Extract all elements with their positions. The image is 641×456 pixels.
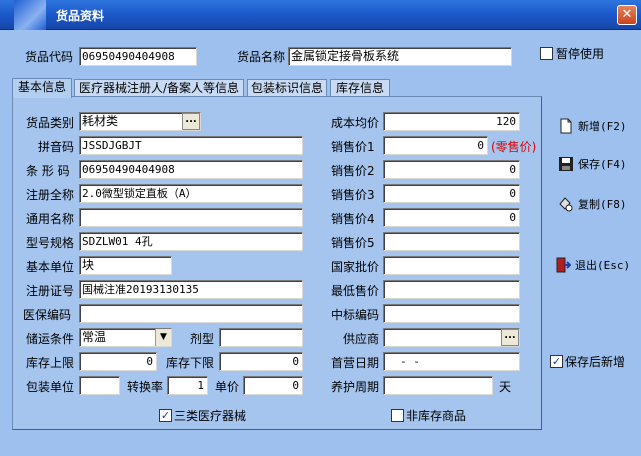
sale-price5-input[interactable] <box>383 232 520 251</box>
suspend-checkbox[interactable] <box>540 47 553 60</box>
stock-max-label: 库存上限 <box>26 356 75 370</box>
model-spec-input[interactable]: SDZLW01 4孔 <box>79 232 303 251</box>
save-button-label: 保存(F4) <box>578 158 627 171</box>
dosage-form-input[interactable] <box>219 328 303 347</box>
chevron-down-icon[interactable]: ▼ <box>155 329 171 346</box>
pack-unit-input[interactable] <box>79 376 120 395</box>
non-stock-checkbox[interactable] <box>391 409 404 422</box>
sale-price3-label: 销售价3 <box>331 188 375 202</box>
supplier-browse-button[interactable]: ... <box>501 329 519 346</box>
storage-condition-value: 常温 <box>82 330 107 344</box>
bid-code-label: 中标编码 <box>331 308 380 322</box>
cost-price-input[interactable]: 120 <box>383 112 520 131</box>
conversion-rate-label: 转换率 <box>127 380 164 394</box>
registered-name-label: 注册全称 <box>26 188 75 202</box>
lowest-price-input[interactable] <box>383 280 520 299</box>
cost-price-label: 成本均价 <box>331 116 380 130</box>
maintenance-unit-label: 天 <box>499 380 512 394</box>
national-price-label: 国家批价 <box>331 260 380 274</box>
copy-stamp-icon <box>559 197 573 212</box>
exit-button[interactable]: 退出(Esc) <box>555 254 630 276</box>
category-browse-button[interactable]: ... <box>182 113 200 130</box>
supplier-input[interactable] <box>383 328 520 347</box>
copy-button-label: 复制(F8) <box>578 198 627 211</box>
tab-inventory-info[interactable]: 库存信息 <box>330 79 390 97</box>
unit-price-input[interactable]: 0 <box>243 376 303 395</box>
storage-condition-label: 储运条件 <box>26 332 75 346</box>
title-bar: 货品资料 ✕ <box>0 0 641 30</box>
exit-button-label: 退出(Esc) <box>575 259 631 272</box>
sale-price5-label: 销售价5 <box>331 236 375 250</box>
tab-registrant-info[interactable]: 医疗器械注册人/备案人等信息 <box>74 79 244 97</box>
stock-min-input[interactable]: 0 <box>219 352 303 371</box>
stock-min-label: 库存下限 <box>166 356 215 370</box>
registered-name-input[interactable]: 2.0微型锁定直板（A） <box>79 184 303 203</box>
pinyin-label: 拼音码 <box>38 140 75 154</box>
goods-code-label: 货品代码 <box>25 50 74 64</box>
conversion-rate-input[interactable]: 1 <box>167 376 208 395</box>
dosage-form-label: 剂型 <box>190 332 215 346</box>
category-value: 耗材类 <box>82 114 119 128</box>
goods-code-input[interactable]: 06950490404908 <box>79 47 197 66</box>
first-business-date-input[interactable]: - - <box>383 352 520 371</box>
base-unit-label: 基本单位 <box>26 260 75 274</box>
insurance-code-input[interactable] <box>79 304 303 323</box>
maintenance-cycle-label: 养护周期 <box>331 380 380 394</box>
retail-price-note: (零售价) <box>491 140 537 154</box>
goods-name-input[interactable]: 金属锁定接骨板系统 <box>288 47 512 66</box>
title-decoration <box>14 0 46 30</box>
goods-name-label: 货品名称 <box>237 50 286 64</box>
sale-price4-label: 销售价4 <box>331 212 375 226</box>
tab-basic-info[interactable]: 基本信息 <box>12 78 72 98</box>
common-name-input[interactable] <box>79 208 303 227</box>
copy-button[interactable]: 复制(F8) <box>558 193 627 215</box>
new-button-label: 新增(F2) <box>578 120 627 133</box>
pinyin-input[interactable]: JSSDJGBJT <box>79 136 303 155</box>
registration-number-label: 注册证号 <box>26 284 75 298</box>
pack-unit-label: 包装单位 <box>26 380 75 394</box>
sale-price3-input[interactable]: 0 <box>383 184 520 203</box>
sale-price4-input[interactable]: 0 <box>383 208 520 227</box>
unit-price-label: 单价 <box>215 380 240 394</box>
class3-device-checkbox[interactable]: ✓ <box>159 409 172 422</box>
model-spec-label: 型号规格 <box>26 236 75 250</box>
stock-max-input[interactable]: 0 <box>79 352 157 371</box>
insurance-code-label: 医保编码 <box>23 308 72 322</box>
common-name-label: 通用名称 <box>26 212 75 226</box>
new-button[interactable]: 新增(F2) <box>558 115 627 137</box>
class3-device-label: 三类医疗器械 <box>174 409 247 423</box>
barcode-input[interactable]: 06950490404908 <box>79 160 303 179</box>
national-price-input[interactable] <box>383 256 520 275</box>
save-then-new-checkbox[interactable]: ✓ <box>550 355 563 368</box>
base-unit-input[interactable]: 块 <box>79 256 172 275</box>
save-then-new-label: 保存后新增 <box>565 355 626 369</box>
category-label: 货品类别 <box>26 116 75 130</box>
save-button[interactable]: 保存(F4) <box>558 153 627 175</box>
first-business-date-label: 首营日期 <box>331 356 380 370</box>
registration-number-input[interactable]: 国械注准20193130135 <box>79 280 303 299</box>
sale-price2-label: 销售价2 <box>331 164 375 178</box>
supplier-label: 供应商 <box>343 332 380 346</box>
new-document-icon <box>560 118 572 134</box>
barcode-label: 条 形 码 <box>26 164 70 178</box>
close-button[interactable]: ✕ <box>617 5 637 25</box>
lowest-price-label: 最低售价 <box>331 284 380 298</box>
floppy-disk-icon <box>559 157 573 171</box>
suspend-label: 暂停使用 <box>556 47 605 61</box>
maintenance-cycle-input[interactable] <box>383 376 493 395</box>
sale-price1-label: 销售价1 <box>331 140 375 154</box>
non-stock-label: 非库存商品 <box>406 409 467 423</box>
window-title: 货品资料 <box>56 9 105 23</box>
sale-price1-input[interactable]: 0 <box>383 136 488 155</box>
exit-door-icon <box>556 257 571 273</box>
tab-package-label-info[interactable]: 包装标识信息 <box>247 79 327 97</box>
bid-code-input[interactable] <box>383 304 520 323</box>
sale-price2-input[interactable]: 0 <box>383 160 520 179</box>
